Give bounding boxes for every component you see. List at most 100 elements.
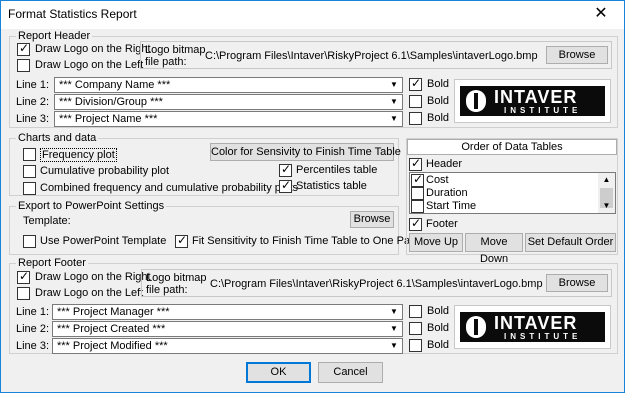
chevron-down-icon[interactable]: ▼ bbox=[387, 340, 401, 352]
template-browse-button[interactable]: Browse bbox=[350, 211, 394, 228]
combined-plot-checkbox[interactable] bbox=[23, 182, 36, 195]
footer-logo-path-value: C:\Program Files\Intaver\RiskyProject 6.… bbox=[210, 278, 543, 290]
chevron-down-icon[interactable]: ▼ bbox=[387, 306, 401, 318]
footer-line3-bold-label: Bold bbox=[427, 339, 450, 351]
report-footer-group: Report Footer Draw Logo on the Right Dra… bbox=[9, 257, 618, 354]
header-line1-combo[interactable]: *** Company Name *** ▼ bbox=[54, 77, 403, 93]
footer-line1-bold-label: Bold bbox=[427, 305, 450, 317]
scroll-down-icon[interactable]: ▼ bbox=[598, 199, 615, 213]
title-bar: Format Statistics Report ✕ bbox=[1, 1, 624, 29]
header-browse-button[interactable]: Browse bbox=[546, 46, 608, 64]
format-statistics-report-dialog: Format Statistics Report ✕ Report Header… bbox=[0, 0, 625, 393]
percentiles-table-label: Percentiles table bbox=[296, 164, 378, 176]
footer-logo-image: INTAVER INSTITUTE bbox=[454, 305, 611, 349]
footer-logo-subtext: INSTITUTE bbox=[504, 332, 582, 341]
fit-sensitivity-label: Fit Sensitivity to Finish Time Table to … bbox=[192, 235, 423, 247]
header-draw-logo-right-checkbox[interactable] bbox=[17, 41, 30, 56]
scroll-up-icon[interactable]: ▲ bbox=[598, 173, 615, 187]
listbox-scrollbar[interactable]: ▲ ▼ bbox=[598, 173, 615, 213]
order-duration-checkbox[interactable] bbox=[411, 187, 424, 200]
ok-button[interactable]: OK bbox=[246, 362, 311, 383]
statistics-table-checkbox[interactable] bbox=[279, 178, 292, 193]
header-draw-logo-left-checkbox[interactable] bbox=[17, 59, 30, 72]
order-of-tables-title: Order of Data Tables bbox=[407, 139, 617, 155]
use-template-checkbox[interactable] bbox=[23, 235, 36, 248]
intaver-logo-icon bbox=[466, 316, 486, 338]
fit-sensitivity-checkbox[interactable] bbox=[175, 233, 188, 248]
header-line3-bold-checkbox[interactable] bbox=[409, 112, 422, 125]
order-tables-listbox[interactable]: Cost Duration Start Time ▲ ▼ bbox=[409, 172, 616, 214]
header-draw-logo-right-label: Draw Logo on the Right bbox=[35, 43, 151, 55]
frequency-plot-checkbox[interactable] bbox=[23, 148, 36, 161]
header-draw-logo-left-label: Draw Logo on the Left bbox=[35, 59, 144, 71]
report-header-group: Report Header Draw Logo on the Right Dra… bbox=[9, 30, 618, 128]
header-line3-bold-label: Bold bbox=[427, 112, 450, 124]
frequency-plot-label: Frequency plot bbox=[40, 148, 117, 162]
footer-line1-label: Line 1: bbox=[16, 306, 50, 318]
header-line3-combo[interactable]: *** Project Name *** ▼ bbox=[54, 111, 403, 127]
charts-and-data-legend: Charts and data bbox=[16, 132, 99, 144]
footer-line2-bold-checkbox[interactable] bbox=[409, 322, 422, 335]
chevron-down-icon[interactable]: ▼ bbox=[387, 323, 401, 335]
cumulative-plot-label: Cumulative probability plot bbox=[40, 165, 170, 177]
list-item[interactable]: Start Time bbox=[426, 200, 476, 214]
footer-line1-combo[interactable]: *** Project Manager *** ▼ bbox=[52, 304, 403, 320]
header-logo-text: INTAVER bbox=[494, 87, 578, 107]
footer-line1-value: *** Project Manager *** bbox=[57, 306, 170, 318]
footer-draw-logo-right-checkbox[interactable] bbox=[17, 269, 30, 284]
powerpoint-settings-group: Export to PowerPoint Settings Template: … bbox=[9, 200, 422, 255]
header-line2-value: *** Division/Group *** bbox=[59, 96, 163, 108]
header-logo-path-label-2: file path: bbox=[145, 56, 187, 68]
order-footer-checkbox[interactable] bbox=[409, 216, 422, 231]
report-footer-legend: Report Footer bbox=[16, 257, 88, 269]
cumulative-plot-checkbox[interactable] bbox=[23, 165, 36, 178]
footer-logo-path-label-2: file path: bbox=[146, 284, 188, 296]
header-line2-bold-label: Bold bbox=[427, 95, 450, 107]
chevron-down-icon[interactable]: ▼ bbox=[387, 79, 401, 91]
use-template-label: Use PowerPoint Template bbox=[40, 235, 167, 247]
header-line1-bold-checkbox[interactable] bbox=[409, 76, 422, 91]
cancel-button[interactable]: Cancel bbox=[318, 362, 383, 383]
intaver-logo-icon bbox=[466, 90, 486, 112]
header-line2-label: Line 2: bbox=[16, 96, 50, 108]
footer-line3-bold-checkbox[interactable] bbox=[409, 339, 422, 352]
close-icon[interactable]: ✕ bbox=[584, 3, 618, 25]
percentiles-table-checkbox[interactable] bbox=[279, 162, 292, 177]
footer-line2-label: Line 2: bbox=[16, 323, 50, 335]
order-cost-checkbox[interactable] bbox=[411, 172, 424, 187]
move-up-button[interactable]: Move Up bbox=[409, 233, 463, 252]
header-logo-path-value: C:\Program Files\Intaver\RiskyProject 6.… bbox=[205, 50, 538, 62]
header-logo-path-box: Logo bitmap file path: C:\Program Files\… bbox=[140, 41, 612, 69]
header-line2-bold-checkbox[interactable] bbox=[409, 95, 422, 108]
color-sensitivity-button[interactable]: Color for Sensivity to Finish Time Table bbox=[210, 143, 401, 161]
chevron-down-icon[interactable]: ▼ bbox=[387, 96, 401, 108]
order-of-tables-panel: Order of Data Tables Header Cost Duratio… bbox=[406, 138, 618, 265]
footer-line2-value: *** Project Created *** bbox=[57, 323, 166, 335]
footer-draw-logo-left-checkbox[interactable] bbox=[17, 287, 30, 300]
set-default-order-button[interactable]: Set Default Order bbox=[525, 233, 616, 252]
header-line1-label: Line 1: bbox=[16, 79, 50, 91]
footer-line2-combo[interactable]: *** Project Created *** ▼ bbox=[52, 321, 403, 337]
move-down-button[interactable]: Move Down bbox=[465, 233, 523, 265]
list-item[interactable]: Cost bbox=[426, 174, 449, 188]
chevron-down-icon[interactable]: ▼ bbox=[387, 113, 401, 125]
template-label: Template: bbox=[23, 215, 71, 227]
footer-logo-path-box: Logo bitmap file path: C:\Program Files\… bbox=[141, 269, 612, 297]
footer-line3-label: Line 3: bbox=[16, 340, 50, 352]
header-line1-value: *** Company Name *** bbox=[59, 79, 171, 91]
footer-line1-bold-checkbox[interactable] bbox=[409, 305, 422, 318]
footer-line3-value: *** Project Modified *** bbox=[57, 340, 168, 352]
footer-logo-path-label-1: Logo bitmap bbox=[146, 272, 207, 284]
footer-browse-button[interactable]: Browse bbox=[546, 274, 608, 292]
order-footer-label: Footer bbox=[426, 218, 458, 230]
order-header-checkbox[interactable] bbox=[409, 156, 422, 171]
window-title: Format Statistics Report bbox=[8, 7, 137, 21]
footer-line3-combo[interactable]: *** Project Modified *** ▼ bbox=[52, 338, 403, 354]
header-line2-combo[interactable]: *** Division/Group *** ▼ bbox=[54, 94, 403, 110]
list-item[interactable]: Duration bbox=[426, 187, 468, 201]
order-header-label: Header bbox=[426, 158, 463, 170]
footer-logo-text: INTAVER bbox=[494, 313, 578, 333]
header-line3-value: *** Project Name *** bbox=[59, 113, 158, 125]
header-line3-label: Line 3: bbox=[16, 113, 50, 125]
order-start-time-checkbox[interactable] bbox=[411, 200, 424, 213]
